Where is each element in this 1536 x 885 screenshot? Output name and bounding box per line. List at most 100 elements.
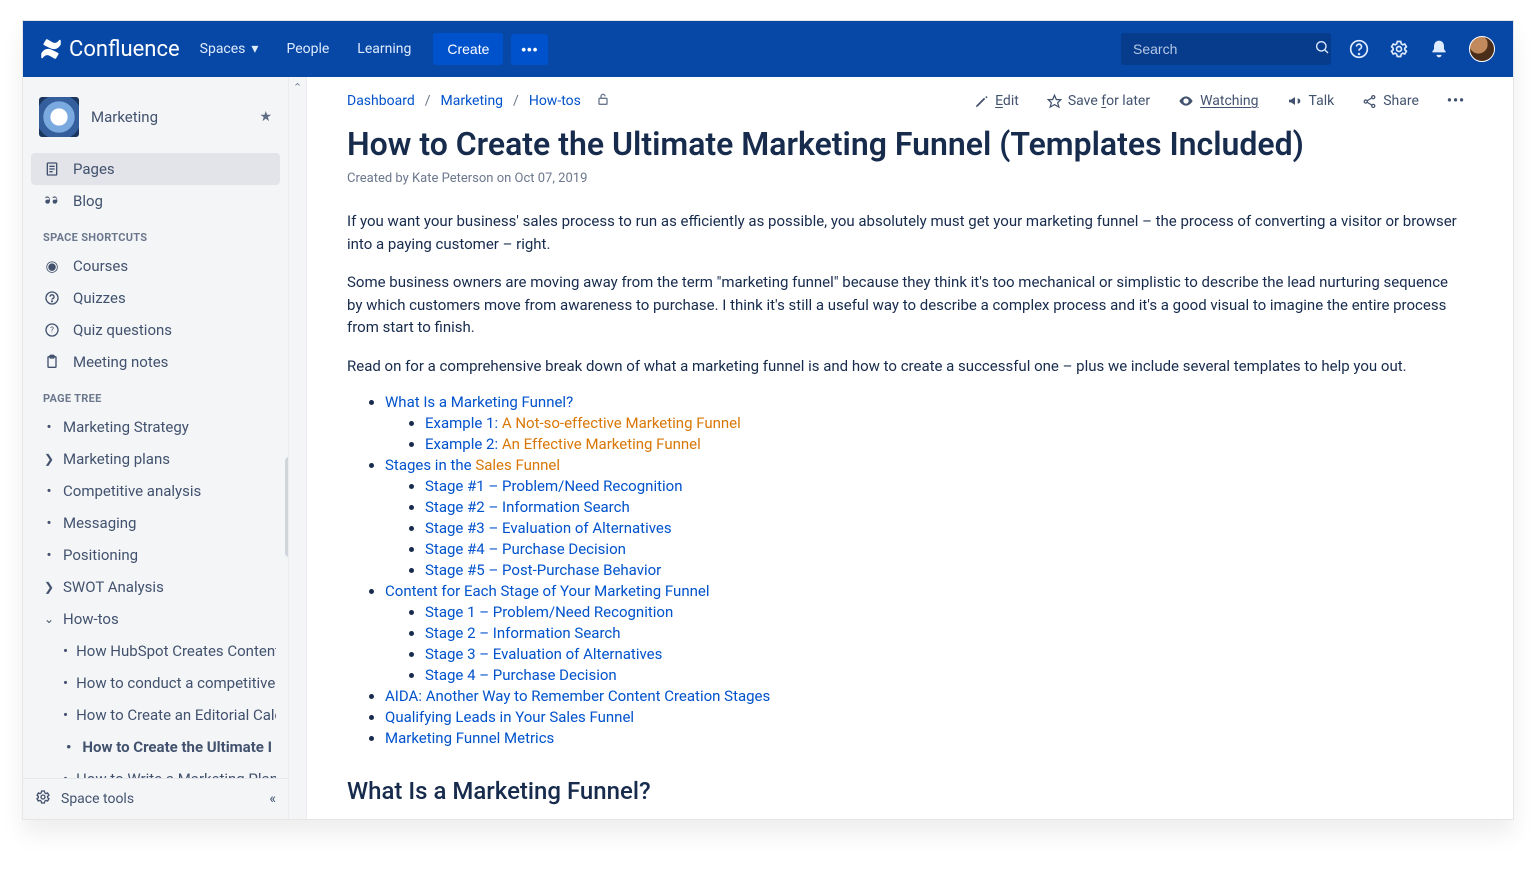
gear-icon [35, 789, 51, 809]
watching-label: Watching [1200, 93, 1258, 109]
tree-label: How to conduct a competitive [76, 674, 275, 692]
toc-link[interactable]: Marketing Funnel Metrics [385, 729, 554, 747]
paragraph: Read on for a comprehensive break down o… [347, 355, 1465, 378]
tree-child-competitive[interactable]: • How to conduct a competitive [35, 667, 276, 699]
action-edit[interactable]: EEditdit [974, 93, 1019, 109]
shortcut-meeting-notes[interactable]: Meeting notes [31, 346, 280, 378]
shortcut-quiz-questions[interactable]: ? Quiz questions [31, 314, 280, 346]
toc-link[interactable]: Stage #4 – Purchase Decision [425, 540, 626, 558]
share-label: Share [1383, 93, 1419, 109]
breadcrumb-marketing[interactable]: Marketing [441, 93, 504, 109]
toc-link[interactable]: Stage #2 – Information Search [425, 498, 630, 516]
nav-people[interactable]: People [286, 41, 329, 57]
paragraph: A marketing funnel is a way of breaking … [347, 817, 1465, 819]
tree-item-howtos[interactable]: ⌄How-tos [35, 603, 276, 635]
toc-link[interactable]: AIDA: Another Way to Remember Content Cr… [385, 687, 770, 705]
tree-child-editorial[interactable]: •How to Create an Editorial Cale [35, 699, 276, 731]
top-nav-bar: Confluence Spaces ▾ People Learning Crea… [23, 21, 1513, 77]
action-watching[interactable]: Watching [1178, 93, 1258, 109]
action-talk[interactable]: Talk [1287, 93, 1335, 109]
tree-item-messaging[interactable]: • Messaging [35, 507, 276, 539]
search-icon [1314, 39, 1330, 59]
sidebar-pages[interactable]: Pages [31, 153, 280, 185]
page-title: How to Create the Ultimate Marketing Fun… [347, 125, 1465, 163]
section-heading: What Is a Marketing Funnel? [347, 777, 1465, 805]
bullet-icon: • [43, 546, 55, 564]
pencil-icon [974, 94, 989, 109]
tree-item-competitive-analysis[interactable]: •Competitive analysis [35, 475, 276, 507]
breadcrumb-separator: / [425, 93, 431, 109]
scroll-up-icon[interactable]: ⌃ [293, 77, 302, 98]
create-button[interactable]: Create [433, 33, 503, 65]
toc-link[interactable]: Stage #1 – Problem/Need Recognition [425, 477, 682, 495]
create-more-button[interactable]: ••• [511, 34, 548, 65]
sidebar-resize-handle[interactable] [285, 457, 289, 557]
toc-link[interactable]: Stage 2 – Information Search [425, 624, 621, 642]
target-icon: ◉ [43, 257, 61, 275]
help-icon[interactable] [1349, 39, 1369, 59]
space-name[interactable]: Marketing [91, 108, 247, 126]
bullet-icon: • [43, 514, 55, 532]
star-icon[interactable]: ★ [259, 109, 272, 125]
shortcut-label: Quizzes [73, 289, 126, 307]
search-box[interactable] [1121, 33, 1331, 65]
notifications-icon[interactable] [1429, 39, 1449, 59]
bullet-icon: • [63, 674, 68, 692]
talk-label: Talk [1309, 93, 1335, 109]
star-icon [1047, 94, 1062, 109]
toc-link[interactable]: Example 2: An Effective Marketing Funnel [425, 435, 701, 453]
breadcrumb-separator: / [513, 93, 519, 109]
tree-item-positioning[interactable]: •Positioning [35, 539, 276, 571]
toc-link[interactable]: Stages in the Sales Funnel [385, 456, 560, 474]
tree-child-ultimate[interactable]: •How to Create the Ultimate I [35, 731, 276, 763]
toc-link[interactable]: Stage #3 – Evaluation of Alternatives [425, 519, 672, 537]
sidebar-blog-label: Blog [73, 192, 103, 210]
action-save[interactable]: Save for later [1047, 93, 1150, 109]
shortcut-label: Meeting notes [73, 353, 168, 371]
toc-link[interactable]: Stage #5 – Post-Purchase Behavior [425, 561, 661, 579]
space-tools-link[interactable]: Space tools [61, 791, 134, 807]
chevron-down-icon: ⌄ [43, 612, 55, 626]
tree-item-marketing-plans[interactable]: ❯Marketing plans [35, 443, 276, 475]
user-avatar[interactable] [1469, 36, 1495, 62]
toc-link[interactable]: Stage 1 – Problem/Need Recognition [425, 603, 673, 621]
eye-icon [1178, 93, 1194, 109]
breadcrumb-howtos[interactable]: How-tos [529, 93, 581, 109]
restrictions-icon[interactable] [595, 91, 611, 111]
shortcut-quizzes[interactable]: Quizzes [31, 282, 280, 314]
table-of-contents: What Is a Marketing Funnel? Example 1: A… [347, 393, 1465, 747]
search-input[interactable] [1133, 41, 1314, 57]
nav-learning[interactable]: Learning [357, 41, 411, 57]
toc-link[interactable]: Example 1: A Not-so-effective Marketing … [425, 414, 741, 432]
toc-link[interactable]: Stage 4 – Purchase Decision [425, 666, 617, 684]
settings-icon[interactable] [1389, 39, 1409, 59]
sidebar-scrollbar[interactable]: ⌃ [289, 77, 307, 819]
tree-label: Messaging [63, 514, 136, 532]
collapse-sidebar-icon[interactable]: « [269, 791, 276, 807]
confluence-logo[interactable]: Confluence [39, 37, 180, 62]
space-shortcuts-label: SPACE SHORTCUTS [31, 217, 280, 250]
breadcrumb-dashboard[interactable]: Dashboard [347, 93, 415, 109]
toc-link[interactable]: Stage 3 – Evaluation of Alternatives [425, 645, 662, 663]
toc-link[interactable]: What Is a Marketing Funnel? [385, 393, 573, 411]
toc-link[interactable]: Qualifying Leads in Your Sales Funnel [385, 708, 634, 726]
shortcut-courses[interactable]: ◉Courses [31, 250, 280, 282]
shortcut-label: Quiz questions [73, 321, 172, 339]
bullet-icon: • [63, 642, 68, 660]
paragraph: Some business owners are moving away fro… [347, 271, 1465, 339]
tree-label: Competitive analysis [63, 482, 201, 500]
action-more[interactable]: ••• [1447, 93, 1465, 109]
tree-item-swot[interactable]: ❯SWOT Analysis [35, 571, 276, 603]
sidebar-blog[interactable]: Blog [31, 185, 280, 217]
megaphone-icon [1287, 93, 1303, 109]
svg-text:?: ? [50, 326, 54, 335]
nav-spaces[interactable]: Spaces ▾ [200, 41, 259, 57]
confluence-icon [39, 37, 63, 61]
tree-item-marketing-strategy[interactable]: •Marketing Strategy [35, 411, 276, 443]
tree-child-hubspot[interactable]: •How HubSpot Creates Content [35, 635, 276, 667]
tree-label: Marketing Strategy [63, 418, 189, 436]
chevron-right-icon: ❯ [43, 580, 55, 594]
action-share[interactable]: Share [1362, 93, 1419, 109]
toc-link[interactable]: Content for Each Stage of Your Marketing… [385, 582, 710, 600]
nav-spaces-label: Spaces [200, 41, 246, 57]
